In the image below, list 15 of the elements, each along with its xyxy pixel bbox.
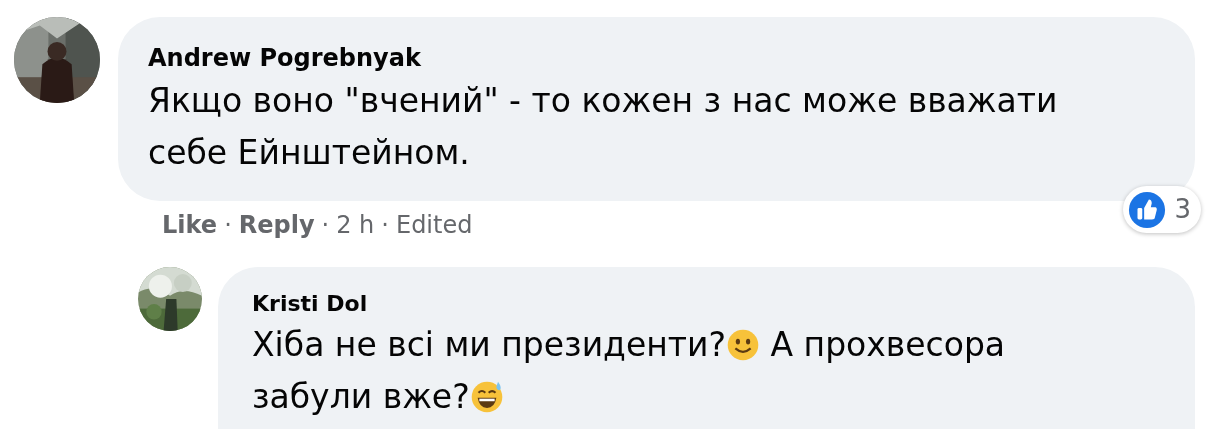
reaction-count[interactable]: 3: [1123, 186, 1201, 233]
grin-sweat-emoji-icon: [469, 380, 504, 414]
timestamp-text: Edited: [395, 210, 473, 241]
separator-dot: ·: [320, 210, 331, 241]
comment-text: Хіба не всі ми президенти? А прохвесора забули вже?: [252, 324, 1007, 418]
action-link[interactable]: Like: [162, 207, 218, 243]
smile-emoji-icon: [726, 328, 760, 362]
timestamp-text: 2 h: [336, 210, 375, 241]
separator-dot: ·: [223, 210, 233, 241]
separator-dot: ·: [380, 210, 390, 241]
author-name[interactable]: Andrew Pogrebnyak: [148, 41, 1165, 75]
comment-text: Якщо воно "вчений" - то кожен з нас може вважати себе Ейнштейном.: [148, 80, 1059, 174]
action-link[interactable]: Reply: [238, 207, 315, 243]
author-name[interactable]: Kristi Dol: [252, 289, 1165, 319]
like-icon: [1128, 190, 1167, 229]
